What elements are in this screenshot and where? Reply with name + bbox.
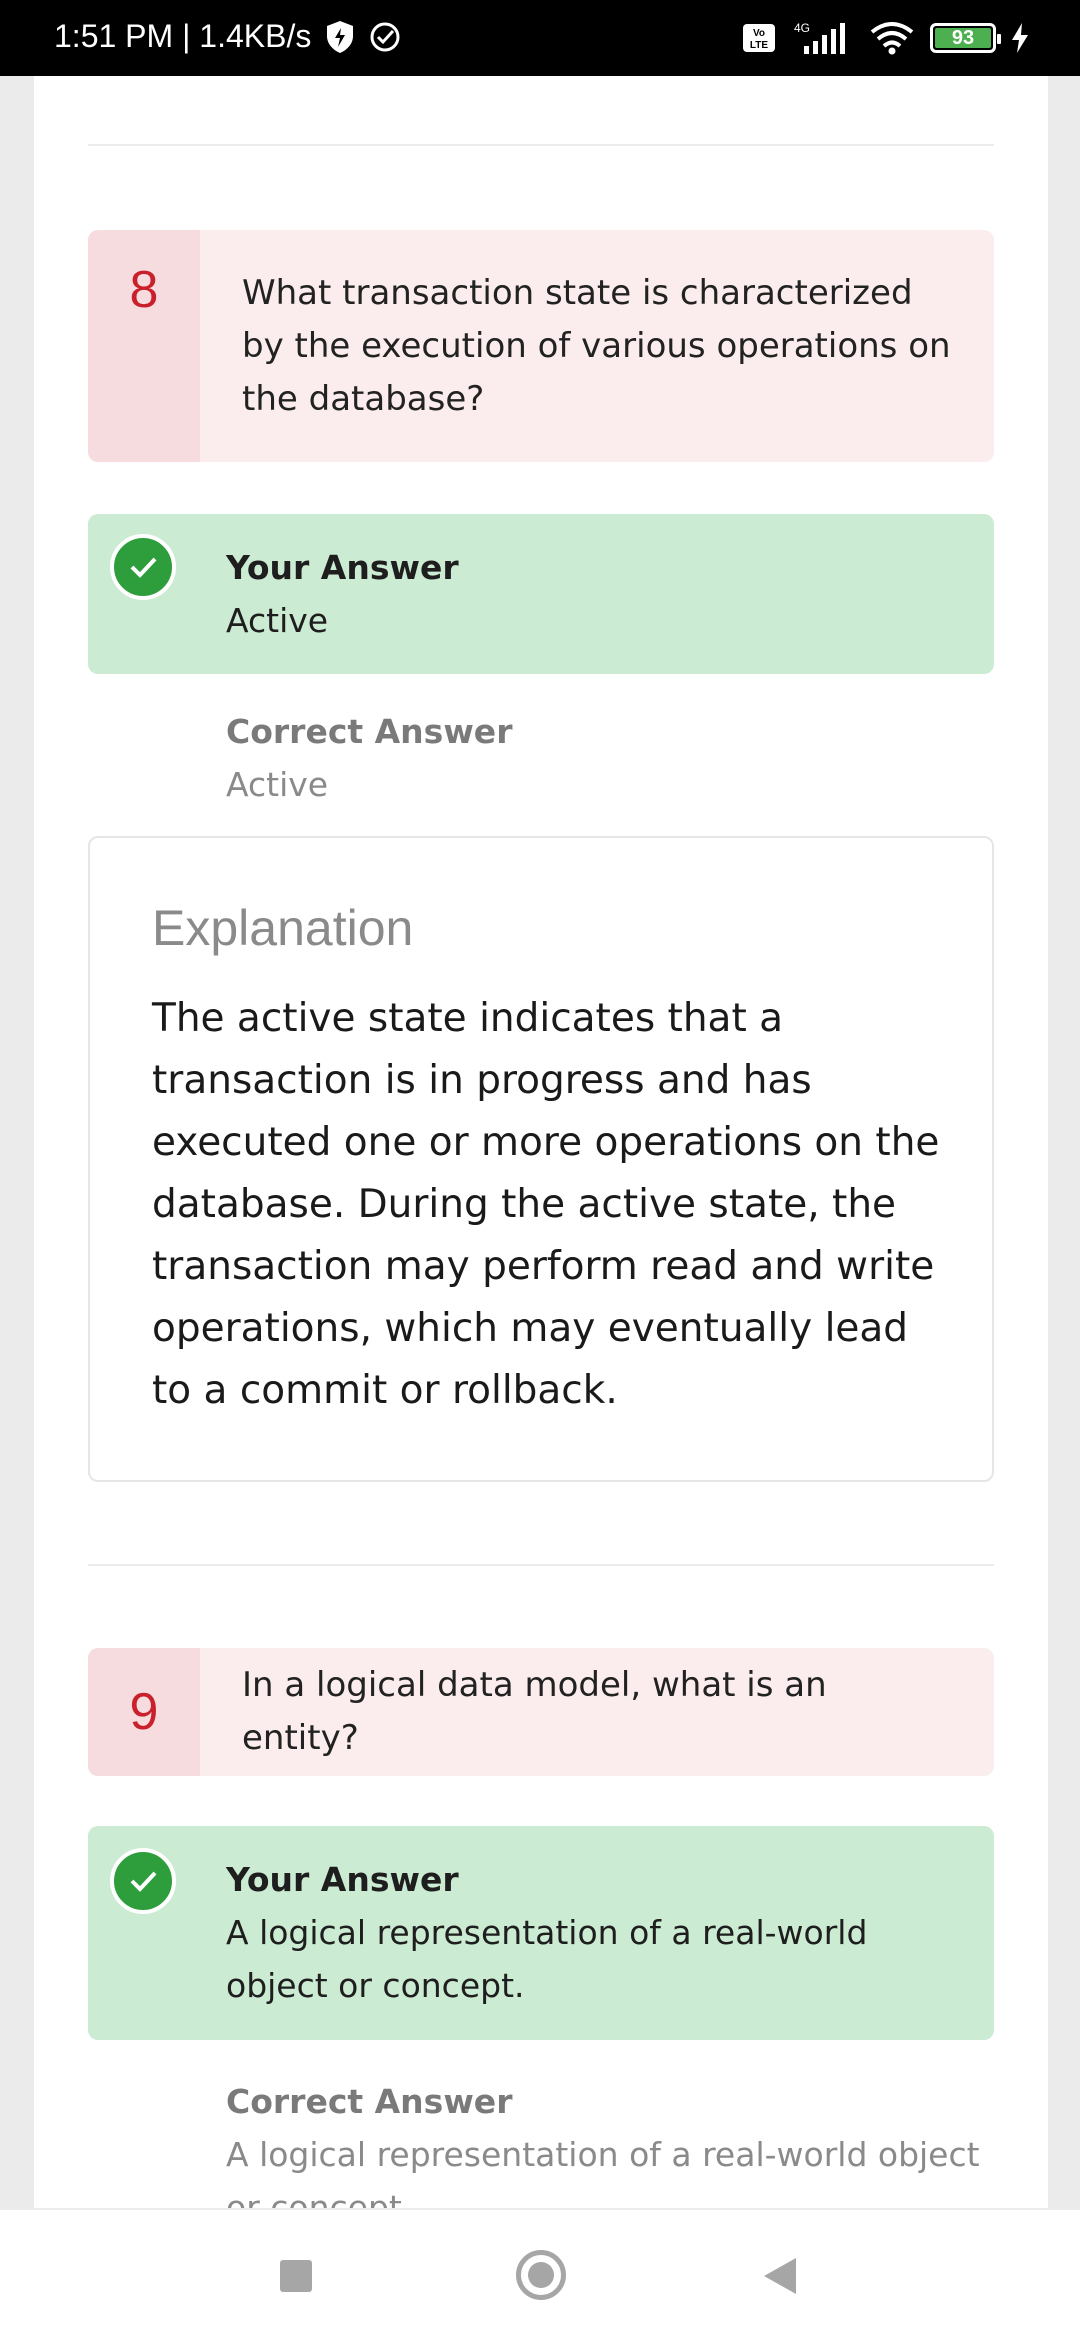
correct-answer-label: Correct Answer	[226, 712, 513, 751]
correct-answer-block: Correct Answer A logical representation …	[226, 2076, 994, 2208]
correct-answer-value: Active	[226, 765, 329, 804]
your-answer-block: Your Answer Active	[226, 542, 954, 647]
battery-level: 93	[951, 26, 975, 49]
explanation-card: Explanation The active state indicates t…	[88, 836, 994, 1482]
home-button[interactable]	[516, 2250, 566, 2300]
vpn-shield-icon	[327, 20, 354, 53]
status-bar: 1:51 PM | 1.4KB/s Vo LTE 4G 93	[0, 0, 1080, 76]
signal-4g-icon: 4G	[794, 21, 845, 54]
correct-check-icon	[110, 534, 176, 600]
charging-bolt-icon	[1012, 23, 1028, 53]
question-card: 9 In a logical data model, what is an en…	[88, 1648, 994, 1776]
status-time-speed: 1:51 PM | 1.4KB/s	[54, 18, 312, 54]
wifi-icon	[870, 22, 914, 55]
your-answer-card: Your Answer A logical representation of …	[88, 1826, 994, 2040]
volte-icon: VoLTE	[743, 24, 775, 52]
back-button[interactable]	[764, 2258, 796, 2294]
correct-answer-label: Correct Answer	[226, 2082, 513, 2121]
question-number: 9	[88, 1648, 200, 1776]
recents-button[interactable]	[280, 2260, 312, 2292]
correct-answer-value: A logical representation of a real-world…	[226, 2135, 980, 2208]
explanation-title: Explanation	[152, 900, 414, 956]
your-answer-label: Your Answer	[226, 548, 459, 587]
question-text: What transaction state is characterized …	[242, 272, 951, 419]
question-number: 8	[88, 230, 200, 462]
explanation-text: The active state indicates that a transa…	[152, 996, 940, 1413]
svg-text:Vo: Vo	[753, 28, 765, 39]
svg-text:LTE: LTE	[750, 40, 768, 51]
your-answer-block: Your Answer A logical representation of …	[226, 1854, 954, 2012]
your-answer-label: Your Answer	[226, 1860, 459, 1899]
status-right: Vo LTE 4G 93	[742, 20, 1030, 56]
your-answer-value: A logical representation of a real-world…	[226, 1913, 868, 2005]
section-divider	[88, 144, 994, 146]
your-answer-value: Active	[226, 601, 329, 640]
your-answer-card: Your Answer Active	[88, 514, 994, 674]
quiz-results-page[interactable]: 8 What transaction state is characterize…	[34, 76, 1048, 2208]
svg-text:4G: 4G	[794, 21, 810, 35]
correct-check-icon	[110, 1848, 176, 1914]
navigation-bar	[0, 2208, 1080, 2340]
correct-answer-block: Correct Answer Active	[226, 706, 994, 811]
battery-indicator: 93	[930, 23, 1001, 53]
question-card: 8 What transaction state is characterize…	[88, 230, 994, 462]
section-divider	[88, 1564, 994, 1566]
check-circle-icon	[370, 22, 400, 51]
question-text: In a logical data model, what is an enti…	[242, 1665, 827, 1758]
status-left: 1:51 PM | 1.4KB/s	[54, 18, 401, 55]
